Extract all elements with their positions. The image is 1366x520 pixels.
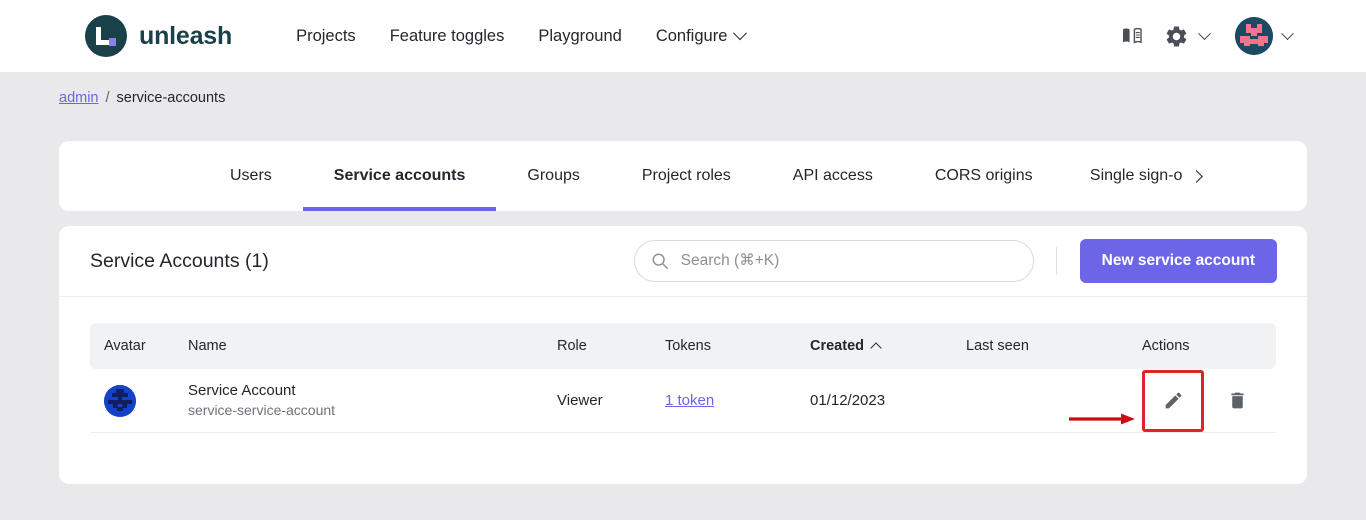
row-created-cell: 01/12/2023 [810,392,966,409]
edit-pencil-icon [1163,390,1184,411]
service-account-name: Service Account [188,381,557,401]
card-header: Service Accounts (1) New service account [59,226,1307,297]
chevron-right-icon [1190,170,1203,183]
settings-menu-button[interactable] [1154,14,1221,58]
service-account-avatar [104,385,136,417]
tab-cors-origins[interactable]: CORS origins [904,141,1064,211]
docs-book-button[interactable] [1110,14,1154,58]
nav-link-label: Projects [296,27,356,46]
tab-api-access[interactable]: API access [762,141,904,211]
search-input[interactable] [681,252,1017,270]
row-avatar-cell [104,385,188,417]
tab-project-roles[interactable]: Project roles [611,141,762,211]
admin-tabs: Users Service accounts Groups Project ro… [59,141,1307,211]
column-header-created-label: Created [810,338,864,354]
tab-label: Single sign-o [1090,167,1183,185]
top-navigation-bar: unleash Projects Feature toggles Playgro… [0,0,1366,72]
gear-icon [1164,24,1189,49]
avatar [1235,17,1273,55]
delete-button[interactable] [1216,380,1258,422]
sort-ascending-icon [870,342,881,353]
trash-icon [1227,390,1248,411]
unleash-logo-icon [85,15,127,57]
header-divider [1056,247,1057,275]
new-service-account-button[interactable]: New service account [1080,239,1277,283]
edit-button[interactable] [1142,370,1204,432]
row-actions-cell [1142,370,1262,432]
chevron-down-icon [1281,27,1294,40]
tabs-scroll-next-button[interactable] [1184,141,1210,211]
tokens-link[interactable]: 1 token [665,392,714,409]
nav-link-label: Feature toggles [390,27,505,46]
row-tokens-cell: 1 token [665,392,810,410]
brand-name: unleash [139,22,232,51]
breadcrumb-current: service-accounts [117,90,226,106]
nav-link-label: Configure [656,27,728,46]
nav-link-projects[interactable]: Projects [279,19,373,54]
chevron-down-icon [1198,27,1211,40]
tab-label: Service accounts [334,167,466,185]
table-row[interactable]: Service Account service-service-account … [90,369,1276,433]
user-menu-button[interactable] [1221,17,1304,55]
tab-label: API access [793,167,873,185]
tab-service-accounts[interactable]: Service accounts [303,141,497,211]
tab-groups[interactable]: Groups [496,141,610,211]
service-accounts-card: Service Accounts (1) New service account… [59,226,1307,484]
breadcrumb-link-admin[interactable]: admin [59,90,99,106]
gear-icon-wrap [1154,14,1198,58]
page-title: Service Accounts (1) [90,250,269,273]
top-navigation-actions [1110,0,1304,72]
search-box[interactable] [634,240,1034,282]
search-icon [651,252,669,270]
service-accounts-table: Avatar Name Role Tokens Created Last see… [59,297,1307,433]
tab-label: Groups [527,167,579,185]
card-header-actions: New service account [634,239,1277,283]
chevron-down-icon [733,26,747,40]
tab-label: Project roles [642,167,731,185]
book-icon [1120,24,1144,48]
service-account-username: service-service-account [188,401,557,420]
brand-logo[interactable]: unleash [85,15,232,57]
breadcrumb-separator: / [106,90,110,106]
nav-link-label: Playground [538,27,621,46]
column-header-avatar[interactable]: Avatar [104,338,188,354]
table-header-row: Avatar Name Role Tokens Created Last see… [90,323,1276,369]
breadcrumb: admin / service-accounts [59,90,225,106]
tab-label: CORS origins [935,167,1033,185]
column-header-actions: Actions [1142,338,1262,354]
tab-label: Users [230,167,272,185]
column-header-role[interactable]: Role [557,338,665,354]
nav-link-feature-toggles[interactable]: Feature toggles [373,19,522,54]
column-header-created[interactable]: Created [810,338,966,354]
row-name-cell: Service Account service-service-account [188,381,557,420]
tab-users[interactable]: Users [199,141,303,211]
primary-nav: Projects Feature toggles Playground Conf… [279,19,762,54]
nav-link-playground[interactable]: Playground [521,19,638,54]
tab-single-sign-on[interactable]: Single sign-o [1064,141,1184,211]
column-header-name[interactable]: Name [188,338,557,354]
admin-tabs-card: Users Service accounts Groups Project ro… [59,141,1307,211]
column-header-last-seen[interactable]: Last seen [966,338,1142,354]
column-header-tokens[interactable]: Tokens [665,338,810,354]
row-role-cell: Viewer [557,392,665,409]
nav-link-configure[interactable]: Configure [639,19,763,54]
